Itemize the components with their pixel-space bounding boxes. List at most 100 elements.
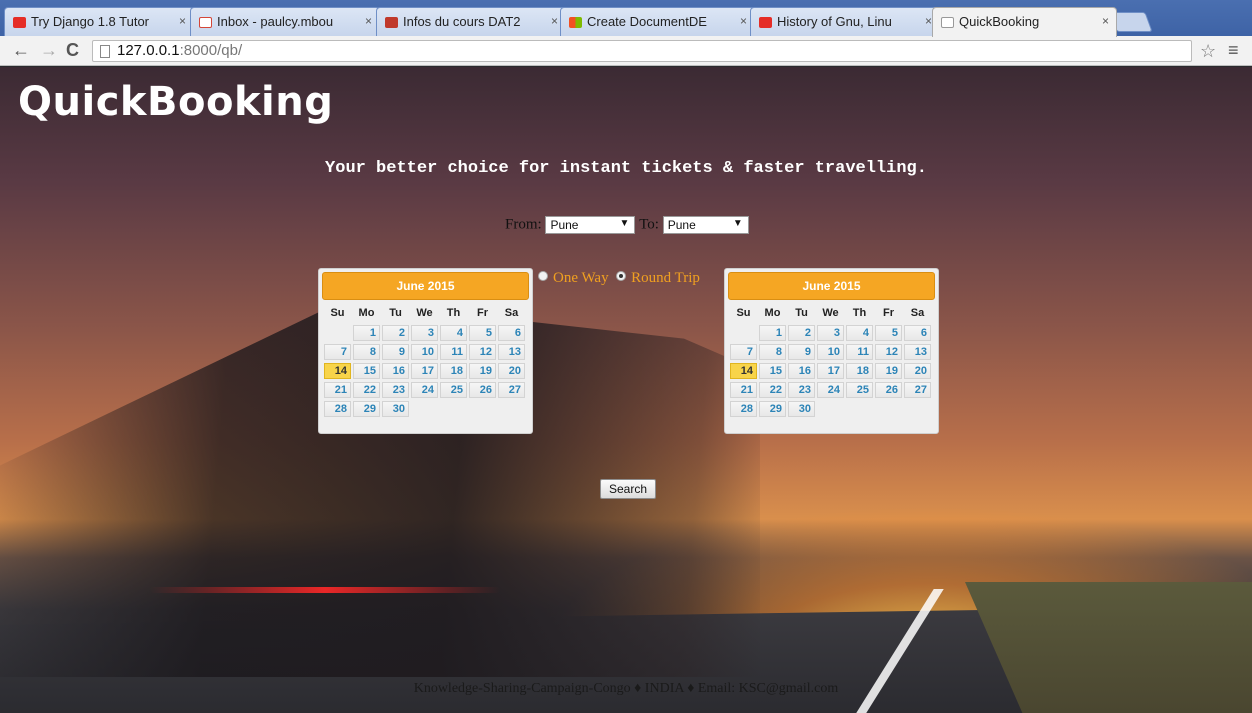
calendar-day[interactable]: 6	[498, 325, 525, 341]
youtube-icon	[13, 17, 26, 28]
back-arrow-icon[interactable]: ←	[12, 40, 30, 60]
calendar-day[interactable]: 13	[904, 344, 931, 360]
calendar-day[interactable]: 21	[730, 382, 757, 398]
calendar-day[interactable]: 12	[469, 344, 496, 360]
calendar-day[interactable]: 8	[759, 344, 786, 360]
calendar-day[interactable]: 2	[788, 325, 815, 341]
calendar-day[interactable]: 14	[324, 363, 351, 379]
calendar-day[interactable]: 3	[817, 325, 844, 341]
from-select-value: Pune	[550, 218, 579, 232]
return-calendar: June 2015 Su Mo Tu We Th Fr Sa 1 2 3 4 5 6 7 8 9 10 11 12 1…	[724, 268, 939, 434]
calendar-day[interactable]: 28	[324, 401, 351, 417]
calendar-day[interactable]: 26	[875, 382, 902, 398]
calendar-day[interactable]: 17	[411, 363, 438, 379]
calendar-day[interactable]: 28	[730, 401, 757, 417]
calendar-day[interactable]: 1	[353, 325, 380, 341]
forward-arrow-icon[interactable]: →	[40, 40, 58, 60]
browser-tab[interactable]: Infos du cours DAT2 ×	[376, 7, 566, 36]
calendar-day[interactable]: 27	[904, 382, 931, 398]
calendar-day[interactable]: 4	[440, 325, 467, 341]
calendar-day[interactable]: 26	[469, 382, 496, 398]
calendar-day[interactable]: 7	[324, 344, 351, 360]
close-icon[interactable]: ×	[365, 14, 372, 28]
calendar-day[interactable]: 21	[324, 382, 351, 398]
calendar-grid: Su Mo Tu We Th Fr Sa 1 2 3 4 5 6 7 8 9 10 11 12 13 14 15 16 17 1…	[324, 306, 529, 417]
calendar-day[interactable]: 24	[411, 382, 438, 398]
calendar-day[interactable]: 29	[353, 401, 380, 417]
calendar-day[interactable]: 4	[846, 325, 873, 341]
browser-tab[interactable]: History of Gnu, Linu ×	[750, 7, 940, 36]
site-logo[interactable]: QuickBooking	[18, 79, 333, 125]
one-way-radio[interactable]	[538, 271, 548, 281]
calendar-day[interactable]: 19	[469, 363, 496, 379]
calendar-day[interactable]: 20	[904, 363, 931, 379]
to-select[interactable]: Pune ▼	[662, 216, 749, 234]
calendar-day[interactable]: 17	[817, 363, 844, 379]
calendar-day[interactable]: 25	[440, 382, 467, 398]
menu-icon[interactable]: ≡	[1228, 40, 1239, 61]
calendar-day[interactable]: 12	[875, 344, 902, 360]
route-selector: From: Pune ▼ To: Pune ▼	[505, 216, 749, 234]
from-select[interactable]: Pune ▼	[545, 216, 636, 234]
round-trip-label[interactable]: Round Trip	[631, 270, 700, 286]
calendar-month-title: June 2015	[728, 272, 935, 300]
close-icon[interactable]: ×	[179, 14, 186, 28]
calendar-grid: Su Mo Tu We Th Fr Sa 1 2 3 4 5 6 7 8 9 10 11 12 13 14 15 16 17 1…	[730, 306, 935, 417]
calendar-day[interactable]: 9	[382, 344, 409, 360]
calendar-day[interactable]: 23	[382, 382, 409, 398]
calendar-day[interactable]: 15	[353, 363, 380, 379]
close-icon[interactable]: ×	[740, 14, 747, 28]
calendar-day[interactable]: 5	[875, 325, 902, 341]
page-icon	[100, 45, 110, 58]
weekday-header: Th	[852, 307, 867, 319]
calendar-day[interactable]: 1	[759, 325, 786, 341]
calendar-day[interactable]: 10	[817, 344, 844, 360]
calendar-day[interactable]: 16	[382, 363, 409, 379]
browser-tab[interactable]: Inbox - paulcy.mbou ×	[190, 7, 380, 36]
calendar-day[interactable]: 11	[440, 344, 467, 360]
calendar-day[interactable]: 7	[730, 344, 757, 360]
calendar-day[interactable]: 3	[411, 325, 438, 341]
reload-icon[interactable]: C	[66, 40, 79, 60]
address-bar[interactable]: 127.0.0.1:8000/qb/	[92, 40, 1192, 62]
calendar-day[interactable]: 23	[788, 382, 815, 398]
calendar-day[interactable]: 18	[846, 363, 873, 379]
gmail-icon	[199, 17, 212, 28]
round-trip-radio[interactable]	[616, 271, 627, 281]
calendar-day[interactable]: 27	[498, 382, 525, 398]
dropdown-arrow-icon: ▼	[732, 218, 743, 229]
calendar-day[interactable]: 24	[817, 382, 844, 398]
calendar-day[interactable]: 14	[730, 363, 757, 379]
calendar-day[interactable]: 11	[846, 344, 873, 360]
browser-tab[interactable]: Try Django 1.8 Tutor ×	[4, 7, 194, 36]
calendar-day[interactable]: 9	[788, 344, 815, 360]
calendar-day[interactable]: 29	[759, 401, 786, 417]
close-icon[interactable]: ×	[551, 14, 558, 28]
calendar-day[interactable]: 16	[788, 363, 815, 379]
tab-title: QuickBooking	[959, 14, 1040, 29]
close-icon[interactable]: ×	[925, 14, 932, 28]
calendar-day[interactable]: 10	[411, 344, 438, 360]
calendar-day[interactable]: 19	[875, 363, 902, 379]
search-button[interactable]: Search	[600, 479, 656, 499]
calendar-day[interactable]: 30	[382, 401, 409, 417]
star-icon[interactable]: ☆	[1200, 41, 1216, 62]
calendar-day[interactable]: 25	[846, 382, 873, 398]
calendar-day[interactable]: 30	[788, 401, 815, 417]
browser-tab[interactable]: Create DocumentDE ×	[560, 7, 755, 36]
browser-toolbar: ← → C 127.0.0.1:8000/qb/ ☆ ≡	[0, 36, 1252, 66]
calendar-day[interactable]: 22	[353, 382, 380, 398]
browser-tab-active[interactable]: QuickBooking ×	[932, 7, 1117, 37]
calendar-day[interactable]: 18	[440, 363, 467, 379]
calendar-day[interactable]: 5	[469, 325, 496, 341]
one-way-label[interactable]: One Way	[553, 270, 609, 286]
calendar-day[interactable]: 15	[759, 363, 786, 379]
close-icon[interactable]: ×	[1102, 14, 1109, 28]
calendar-blank-cell	[730, 325, 757, 341]
calendar-day[interactable]: 13	[498, 344, 525, 360]
calendar-day[interactable]: 2	[382, 325, 409, 341]
calendar-day[interactable]: 8	[353, 344, 380, 360]
calendar-day[interactable]: 22	[759, 382, 786, 398]
calendar-day[interactable]: 20	[498, 363, 525, 379]
calendar-day[interactable]: 6	[904, 325, 931, 341]
